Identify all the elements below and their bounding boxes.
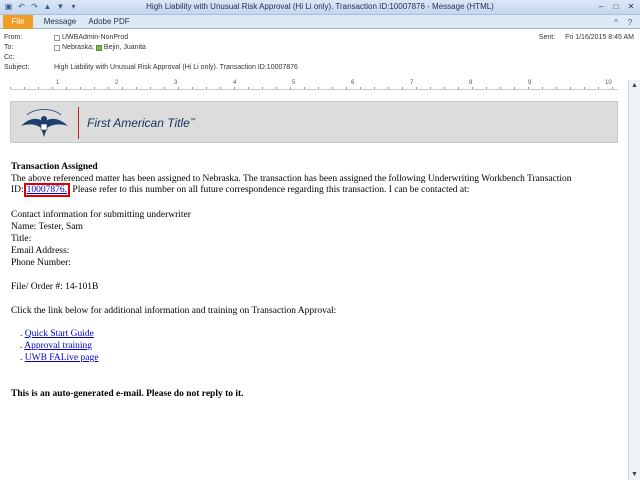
brand-banner: First American Title™ <box>10 101 618 143</box>
ruler-num: 3 <box>174 80 178 86</box>
file-order: File/ Order #: 14-101B <box>11 282 99 292</box>
sent-value: Fri 1/16/2015 8:45 AM <box>565 34 634 41</box>
to-label: To: <box>4 44 14 51</box>
sent-label: Sent: <box>538 34 556 41</box>
close-button[interactable]: ✕ <box>624 1 638 12</box>
uwb-falive-link[interactable]: UWB FALive page <box>25 353 99 363</box>
contact-phone: Phone Number: <box>11 258 71 268</box>
tab-file[interactable]: File <box>3 15 33 29</box>
from-value[interactable]: UWBAdmin-NonProd <box>62 34 128 41</box>
subject-value: High Liability with Unusual Risk Approva… <box>54 64 298 71</box>
ruler-num: 10 <box>605 80 612 86</box>
ruler-num: 6 <box>351 80 355 86</box>
message-header: From: UWBAdmin-NonProd To: Nebraska; Beji… <box>0 30 640 80</box>
ruler-num: 7 <box>410 80 414 86</box>
window-title: High Liability with Unusual Risk Approva… <box>146 2 494 11</box>
ruler-num: 8 <box>469 80 473 86</box>
from-label: From: <box>4 34 23 41</box>
email-heading: Transaction Assigned <box>11 162 98 172</box>
transaction-id-highlight: 10007876. <box>23 183 71 197</box>
subject-label: Subject: <box>4 64 30 71</box>
cc-label: Cc: <box>4 54 15 61</box>
footer-note: This is an auto-generated e-mail. Please… <box>11 389 244 399</box>
to-value-2[interactable]: Bejin, Juanita <box>104 44 146 51</box>
maximize-button[interactable]: □ <box>609 1 623 12</box>
scroll-up-icon[interactable]: ▲ <box>629 80 640 91</box>
banner-divider <box>78 107 79 139</box>
link-item: . Approval training <box>20 341 93 351</box>
presence-icon <box>95 44 102 51</box>
ribbon-tabs: File Message Adobe PDF ^ ? <box>0 15 640 29</box>
contact-email: Email Address: <box>11 246 70 256</box>
contact-title: Title: <box>11 234 32 244</box>
contact-heading: Contact information for submitting under… <box>11 210 191 220</box>
minimize-button[interactable]: – <box>594 1 608 12</box>
help-icon[interactable]: ? <box>625 17 635 27</box>
link-item: . UWB FALive page <box>20 353 99 363</box>
email-line-1: The above referenced matter has been ass… <box>11 174 572 184</box>
email-line-2: ID: 10007876. Please refer to this number… <box>11 183 470 197</box>
ruler-num: 1 <box>56 80 60 86</box>
to-value-1[interactable]: Nebraska; <box>62 44 94 51</box>
ruler-num: 9 <box>528 80 532 86</box>
sender-status-icon <box>54 34 60 41</box>
vertical-scrollbar[interactable]: ▲ ▼ <box>628 80 640 480</box>
tab-adobe-pdf[interactable]: Adobe PDF <box>86 15 132 29</box>
quick-start-guide-link[interactable]: Quick Start Guide <box>25 329 94 339</box>
collapse-ribbon-icon[interactable]: ^ <box>611 17 621 27</box>
brand-name: First American Title™ <box>87 116 196 130</box>
email-body: First American Title™ Transaction Assign… <box>10 95 618 480</box>
approval-training-link[interactable]: Approval training <box>24 341 92 351</box>
ruler-num: 4 <box>233 80 237 86</box>
ruler-num: 2 <box>115 80 119 86</box>
tab-message[interactable]: Message <box>40 15 80 29</box>
click-link-text: Click the link below for additional info… <box>11 306 337 316</box>
eagle-logo-icon <box>21 109 68 137</box>
recipient-status-icon <box>54 44 60 51</box>
transaction-id-link[interactable]: 10007876. <box>27 185 67 195</box>
title-bar: ▣ ↶ ↷ ▲ ▼ ▾ High Liability with Unusual … <box>0 0 640 15</box>
ruler-num: 5 <box>292 80 296 86</box>
link-item: . Quick Start Guide <box>20 329 94 339</box>
scroll-down-icon[interactable]: ▼ <box>629 469 640 480</box>
ruler: 1 2 3 4 5 6 7 8 9 10 <box>10 80 618 90</box>
contact-name: Name: Tester, Sam <box>11 222 83 232</box>
